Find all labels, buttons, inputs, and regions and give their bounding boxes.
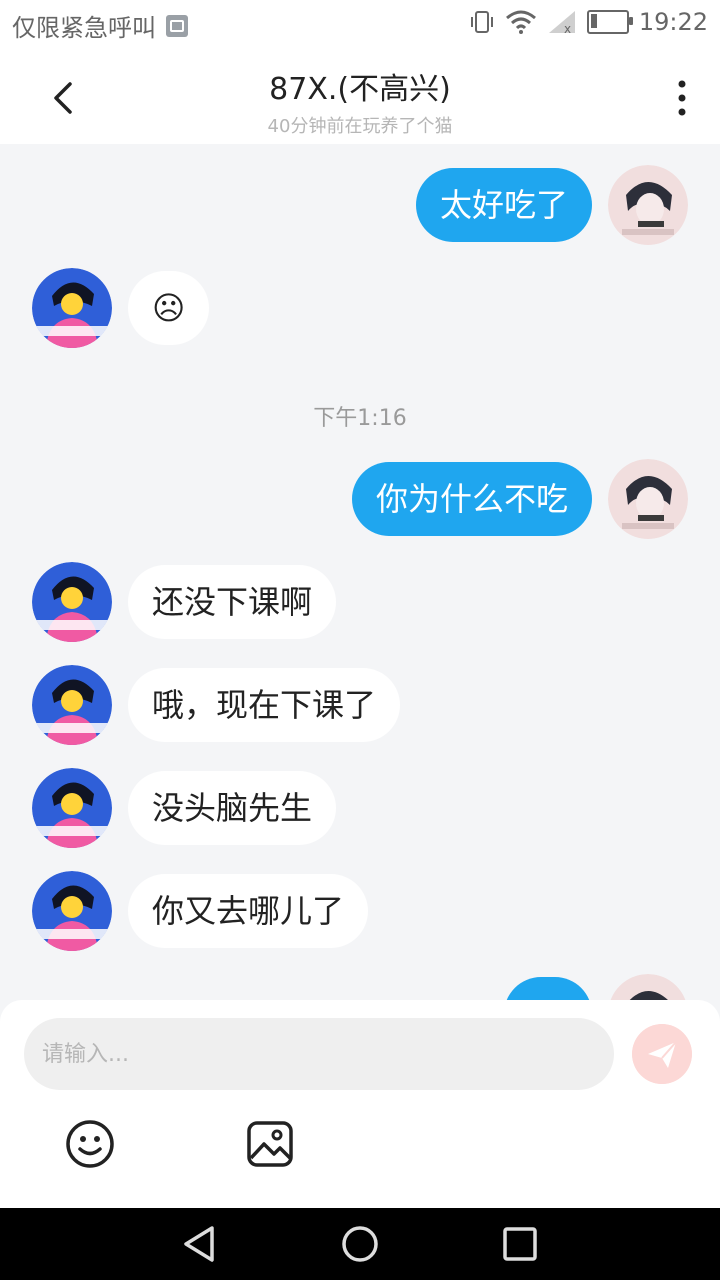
message-bubble-outgoing-partial[interactable]: [504, 977, 592, 1000]
message-bubble-incoming[interactable]: 哦，现在下课了: [128, 668, 401, 742]
avatar[interactable]: [608, 974, 688, 1000]
avatar[interactable]: [32, 768, 112, 848]
back-triangle-icon[interactable]: [180, 1224, 220, 1264]
avatar[interactable]: [32, 268, 112, 348]
chat-title: 87X.(不高兴): [269, 72, 451, 107]
vibrate-icon: [470, 11, 493, 33]
svg-text:x: x: [564, 22, 571, 35]
title-block: 87X.(不高兴) 40分钟前在玩养了个猫: [0, 64, 720, 138]
battery-icon: [586, 10, 633, 34]
recents-square-icon[interactable]: [500, 1224, 540, 1264]
avatar[interactable]: [608, 459, 688, 539]
message-row: 哦，现在下课了: [0, 665, 720, 745]
avatar[interactable]: [32, 562, 112, 642]
wifi-icon: [505, 10, 536, 34]
message-bubble-incoming[interactable]: 你又去哪儿了: [128, 874, 369, 948]
avatar[interactable]: [32, 871, 112, 951]
message-list[interactable]: 太好吃了 ☹ 下午1:16 你为什么不吃 还没下课啊 哦，现在下课了 没头脑先生…: [0, 144, 720, 1000]
message-bubble-incoming[interactable]: 还没下课啊: [128, 565, 337, 639]
home-circle-icon[interactable]: [340, 1224, 380, 1264]
image-icon: [166, 14, 188, 37]
system-nav-bar: [0, 1208, 720, 1280]
more-vertical-icon[interactable]: [672, 76, 692, 120]
chat-subtitle: 40分钟前在玩养了个猫: [267, 116, 453, 137]
message-row: 你为什么不吃: [0, 459, 720, 539]
signal-icon: x: [548, 11, 575, 35]
composer: [0, 1000, 720, 1208]
message-row: ☹: [0, 268, 720, 348]
message-row: 没头脑先生: [0, 768, 720, 848]
message-row: 还没下课啊: [0, 562, 720, 642]
message-timestamp: 下午1:16: [313, 406, 407, 431]
carrier-text: 仅限紧急呼叫: [12, 14, 156, 42]
message-bubble-outgoing[interactable]: 太好吃了: [415, 168, 592, 242]
message-row: 太好吃了: [0, 165, 720, 245]
message-input[interactable]: [24, 1018, 614, 1090]
message-bubble-outgoing[interactable]: 你为什么不吃: [351, 462, 592, 536]
emoji-icon[interactable]: [64, 1118, 116, 1170]
avatar[interactable]: [608, 165, 688, 245]
send-icon[interactable]: [632, 1024, 692, 1084]
avatar[interactable]: [32, 665, 112, 745]
message-bubble-incoming[interactable]: 没头脑先生: [128, 771, 337, 845]
chat-header: 87X.(不高兴) 40分钟前在玩养了个猫: [0, 50, 720, 144]
message-bubble-incoming[interactable]: ☹: [128, 271, 210, 345]
message-row: 你又去哪儿了: [0, 871, 720, 951]
message-row-partial: [0, 974, 720, 1000]
status-bar: 仅限紧急呼叫 x 19:22: [0, 0, 720, 50]
clock: 19:22: [638, 8, 708, 36]
image-icon[interactable]: [244, 1118, 296, 1170]
